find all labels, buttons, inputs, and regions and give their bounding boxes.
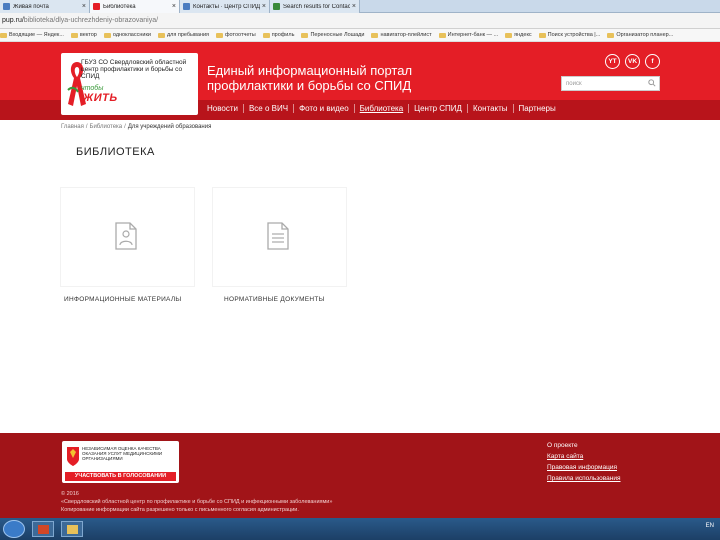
bookmark-item[interactable]: Поиск устройства |... [538,32,600,38]
breadcrumb-home[interactable]: Главная [61,124,84,130]
vote-button[interactable]: УЧАСТВОВАТЬ В ГОЛОСОВАНИИ [65,472,176,481]
footer-links: О проекте Карта сайта Правовая информаци… [547,440,621,484]
folder-icon [538,32,546,38]
tab-favicon-icon [273,3,280,10]
language-indicator[interactable]: EN [706,523,714,529]
nav-item-contacts[interactable]: Контакты [466,103,513,113]
search-placeholder: поиск [566,81,582,87]
nav-item-library[interactable]: Библиотека [353,103,409,113]
nav-item-aids-center[interactable]: Центр СПИД [408,103,467,113]
nav-item-photo-video[interactable]: Фото и видео [293,103,354,113]
browser-tab-search[interactable]: Search results for Contact × [270,0,360,13]
bookmark-item[interactable]: для пребывания [157,32,209,38]
coat-of-arms-icon [67,447,79,466]
taskbar-app-explorer[interactable] [61,521,83,537]
folder-icon [301,32,309,38]
search-input[interactable]: поиск [561,76,660,91]
url-text[interactable]: pup.ru/biblioteka/dlya-uchrezhdeniy-obra… [0,17,158,24]
main-nav: Новости Все о ВИЧ Фото и видео Библиотек… [207,100,561,116]
library-card-info-materials[interactable] [61,188,194,286]
nav-item-partners[interactable]: Партнеры [512,103,561,113]
copyright: © 2016 «Свердловский областной центр по … [61,491,333,513]
tab-favicon-icon [183,3,190,10]
search-icon[interactable] [648,79,656,87]
document-icon [267,222,289,250]
facebook-icon[interactable]: f [645,54,660,69]
nav-item-news[interactable]: Новости [207,104,243,113]
folder-icon [607,32,615,38]
footer-link-sitemap[interactable]: Карта сайта [547,451,621,462]
bookmark-item[interactable]: профиль [262,32,294,38]
page-title: БИБЛИОТЕКА [76,146,155,158]
browser-tab-strip: Живая почта × Библиотека × Контакты · Це… [0,0,720,13]
bookmark-item[interactable]: навигатор-плейлист [371,32,432,38]
folder-icon [70,32,78,38]
breadcrumb-current: Для учреждений образования [127,124,212,130]
tab-favicon-icon [93,3,100,10]
card-label[interactable]: НОРМАТИВНЫЕ ДОКУМЕНТЫ [224,296,325,303]
folder-icon [157,32,165,38]
footer-link-legal[interactable]: Правовая информация [547,462,621,473]
site-logo[interactable]: ГБУЗ СО Свердловский областной центр про… [61,53,198,115]
vk-icon[interactable]: VK [625,54,640,69]
close-icon[interactable]: × [352,3,356,10]
bookmarks-bar: Входящие — Яндек... вектор одноклассники… [0,29,720,42]
folder-icon [216,32,224,38]
breadcrumb: Главная / Библиотека / Для учреждений об… [61,124,212,130]
bookmark-item[interactable]: Организатор планер... [607,32,673,38]
portal-title: Единый информационный портал профилактик… [207,63,413,93]
bookmark-item[interactable]: фотоотчеты [216,32,256,38]
close-icon[interactable]: × [172,3,176,10]
bookmark-item[interactable]: Интернет-банк — ... [438,32,498,38]
bookmark-item[interactable]: Входящие — Яндек... [0,32,64,38]
taskbar-app-presentation[interactable] [32,521,54,537]
bookmark-item[interactable]: яндекс [505,32,532,38]
browser-tab-mail[interactable]: Живая почта × [0,0,90,13]
footer-link-terms[interactable]: Правила использования [547,473,621,484]
social-links: YT VK f [600,54,660,69]
bookmark-item[interactable]: одноклассники [103,32,151,38]
card-label[interactable]: ИНФОРМАЦИОННЫЕ МАТЕРИАЛЫ [64,296,181,303]
folder-icon [505,32,513,38]
folder-icon [66,524,78,534]
bookmark-item[interactable]: вектор [70,32,97,38]
quality-assessment-badge[interactable]: НЕЗАВИСИМАЯ ОЦЕНКА КАЧЕСТВА ОКАЗАНИЯ УСЛ… [62,441,179,483]
person-document-icon [115,222,137,250]
nav-item-about-hiv[interactable]: Все о ВИЧ [242,103,293,113]
youtube-icon[interactable]: YT [605,54,620,69]
browser-tab-library[interactable]: Библиотека × [90,0,180,13]
bookmark-item[interactable]: Переносные Лошади [301,32,364,38]
os-taskbar [0,518,720,540]
start-button[interactable] [3,520,25,538]
close-icon[interactable]: × [262,3,266,10]
breadcrumb-library[interactable]: Библиотека [90,124,123,130]
powerpoint-icon [37,524,49,534]
tab-favicon-icon [3,3,10,10]
folder-icon [438,32,446,38]
folder-icon [0,32,7,38]
close-icon[interactable]: × [82,3,86,10]
library-card-normative-docs[interactable] [213,188,346,286]
browser-tab-contacts[interactable]: Контакты · Центр СПИД × [180,0,270,13]
folder-icon [371,32,379,38]
folder-icon [262,32,270,38]
folder-icon [103,32,111,38]
address-bar[interactable]: pup.ru/biblioteka/dlya-uchrezhdeniy-obra… [0,13,720,29]
footer-link-about[interactable]: О проекте [547,440,621,451]
